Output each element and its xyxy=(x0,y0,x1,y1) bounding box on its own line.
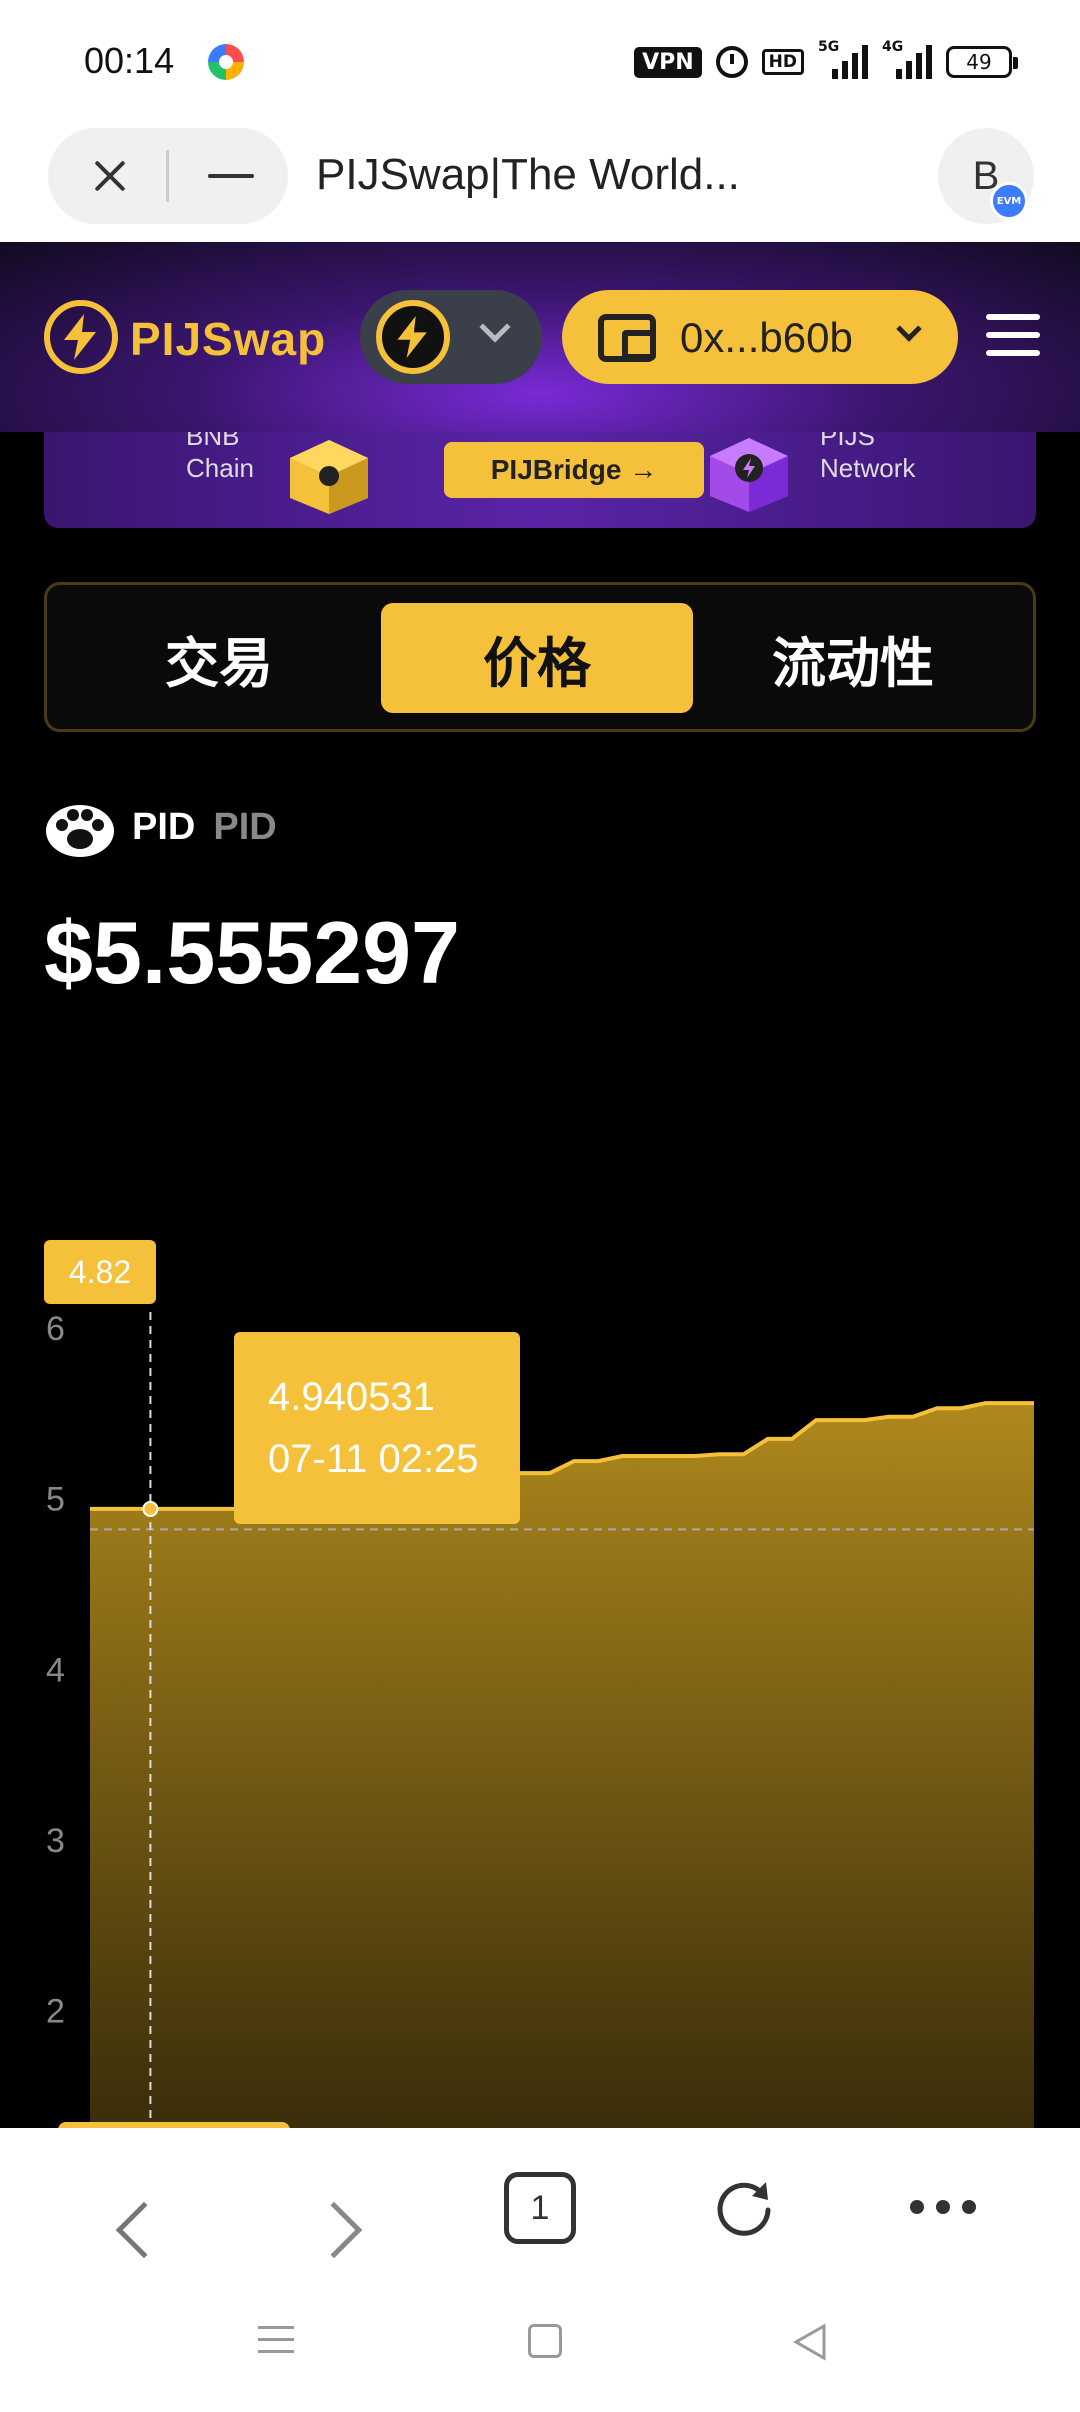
bnb-cube-icon xyxy=(290,440,368,514)
y-tick-label: 6 xyxy=(46,1310,65,1348)
price-chart[interactable]: 0123456 xyxy=(0,1022,1080,2128)
reload-icon[interactable] xyxy=(712,2176,776,2240)
price-area xyxy=(90,1403,1034,2128)
forward-icon[interactable] xyxy=(305,2201,363,2259)
hd-icon: HD xyxy=(761,49,804,75)
y-tick-label: 2 xyxy=(46,1993,65,2031)
signal-4g-icon: 4G xyxy=(882,39,932,79)
lightning-chain-icon xyxy=(376,300,450,374)
minimize-icon[interactable] xyxy=(208,174,254,178)
crosshair-point xyxy=(142,1500,159,1517)
lightning-logo-icon[interactable] xyxy=(44,300,118,374)
system-menu-icon[interactable] xyxy=(258,2326,294,2362)
tab-liquidity[interactable]: 流动性 xyxy=(697,603,1009,713)
token-name: PID xyxy=(213,805,277,848)
system-back-icon[interactable] xyxy=(790,2322,830,2362)
web-page: PIJSwap 0x...b60b BNB Chain PIJBridge → xyxy=(0,242,1080,2128)
evm-badge: EVM xyxy=(990,182,1028,220)
wallet-button[interactable]: 0x...b60b xyxy=(562,290,958,384)
app-notification-icon xyxy=(208,44,244,80)
pijbridge-button[interactable]: PIJBridge → xyxy=(444,442,704,498)
site-logo-text[interactable]: PIJSwap xyxy=(130,312,326,366)
vpn-icon: VPN xyxy=(634,46,702,78)
status-time: 00:14 xyxy=(84,40,175,81)
tab-trade[interactable]: 交易 xyxy=(63,603,375,713)
battery-icon: 49 xyxy=(946,46,1018,78)
wallet-icon xyxy=(598,314,656,362)
hamburger-menu-icon[interactable] xyxy=(986,314,1040,362)
chevron-down-icon xyxy=(896,316,922,342)
wallet-address: 0x...b60b xyxy=(680,314,853,361)
alarm-icon xyxy=(715,46,748,78)
y-tick-label: 3 xyxy=(46,1822,65,1860)
signal-5g-label: 5G xyxy=(818,39,840,55)
browser-nav-bar: 1 xyxy=(0,2128,1080,2412)
browser-toolbar: PIJSwap|The World... B EVM xyxy=(0,120,1080,242)
back-icon[interactable] xyxy=(115,2201,173,2259)
divider xyxy=(166,150,169,202)
site-header: PIJSwap 0x...b60b xyxy=(0,242,1080,432)
tabs-button[interactable]: 1 xyxy=(504,2172,576,2244)
system-home-icon[interactable] xyxy=(528,2324,562,2358)
signal-4g-label: 4G xyxy=(882,39,904,55)
pijs-network-label: PIJS Network xyxy=(820,432,916,483)
chevron-down-icon xyxy=(479,311,511,343)
pijs-cube-icon xyxy=(710,438,788,512)
y-tick-label: 5 xyxy=(46,1481,65,1519)
close-icon[interactable] xyxy=(88,154,132,198)
token-price: $5.555297 xyxy=(44,903,460,1002)
tab-price[interactable]: 价格 xyxy=(381,603,693,713)
status-bar: 00:14 VPN HD 5G 4G 49 xyxy=(0,0,1080,120)
paw-token-icon xyxy=(46,805,114,857)
token-symbol: PID xyxy=(132,805,196,848)
bridge-banner[interactable]: BNB Chain PIJBridge → PIJS Network xyxy=(44,432,1036,528)
signal-5g-icon: 5G xyxy=(818,39,868,79)
tooltip-time: 07-11 02:25 xyxy=(268,1437,479,1481)
tooltip-value: 4.940531 xyxy=(268,1375,435,1419)
tab-controls xyxy=(48,128,288,224)
tab-switcher: 交易 价格 流动性 xyxy=(44,582,1036,732)
y-tick-label: 4 xyxy=(46,1651,65,1689)
token-header: PID PID xyxy=(44,792,277,862)
chart-tooltip: 4.940531 07-11 02:25 xyxy=(234,1332,520,1524)
status-icons: VPN HD 5G 4G 49 xyxy=(634,39,1018,80)
chain-selector-button[interactable] xyxy=(360,290,542,384)
bnb-chain-label: BNB Chain xyxy=(186,432,254,483)
page-title[interactable]: PIJSwap|The World... xyxy=(316,150,796,200)
crosshair-value-label: 4.82 xyxy=(44,1240,156,1304)
more-icon[interactable] xyxy=(910,2200,976,2214)
